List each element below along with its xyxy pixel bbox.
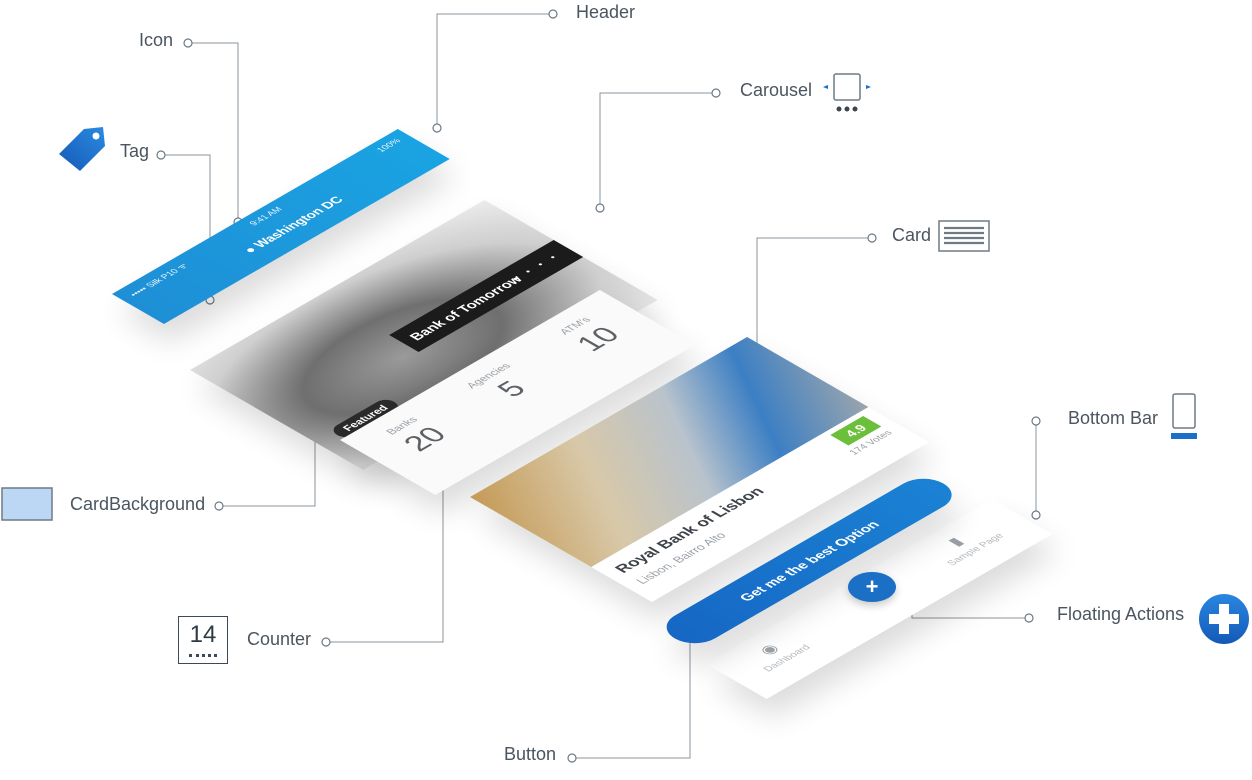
counter-icon-digits: 14 — [189, 621, 217, 648]
dashboard-icon: ◉ — [756, 642, 784, 658]
ui-anatomy-diagram: ••••• Silk P10 ᯤ 9:41 AM 100% ● Washingt… — [0, 0, 1252, 780]
connector-header — [436, 13, 550, 128]
bottom-bar-icon — [1171, 393, 1197, 439]
connector-card — [756, 237, 870, 351]
callout-card-background: CardBackground — [70, 494, 206, 514]
tag-icon — [59, 127, 105, 171]
card-icon — [938, 220, 990, 252]
callout-icon: Icon — [139, 30, 174, 50]
callout-tag: Tag — [120, 141, 150, 161]
callout-counter: Counter — [247, 629, 312, 649]
callout-carousel: Carousel — [740, 80, 813, 100]
connector-button — [574, 618, 691, 759]
callout-card: Card — [892, 225, 932, 245]
connector-carousel — [599, 92, 714, 208]
plus-circle-icon — [1199, 594, 1249, 644]
folder-icon: ▮ — [945, 535, 968, 549]
callout-button: Button — [504, 744, 557, 764]
counter-icon: 14 — [178, 616, 228, 664]
connector-icon — [188, 42, 239, 222]
carousel-title: Bank of Tomorrow — [405, 273, 526, 343]
floating-action-button[interactable]: + — [848, 572, 896, 602]
callout-header: Header — [576, 2, 636, 22]
status-battery: 100% — [374, 137, 403, 154]
card-background-icon — [1, 487, 53, 521]
callout-bottom-bar: Bottom Bar — [1068, 408, 1159, 428]
callout-floating-actions: Floating Actions — [1057, 604, 1185, 624]
carousel-icon — [823, 73, 871, 112]
